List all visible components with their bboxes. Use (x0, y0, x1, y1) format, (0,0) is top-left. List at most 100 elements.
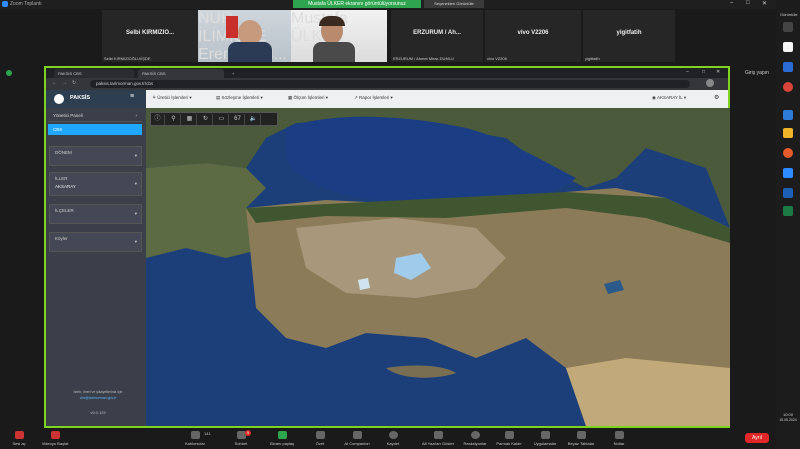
toolbar-label: Sohbet (234, 441, 248, 446)
participant-tile[interactable]: yigitfatih yigitfatih (583, 10, 675, 62)
sidebar-item-admin[interactable]: Yönetici Paneli › (48, 110, 142, 122)
settings-gear-icon[interactable]: ⚙ (714, 94, 719, 101)
map-canvas (146, 108, 730, 426)
koyler-select[interactable]: Köyler ▾ (49, 232, 142, 252)
maximize-icon[interactable]: □ (746, 0, 750, 6)
reactions-button[interactable]: Reaksiyonlar (456, 431, 494, 446)
new-tab-icon[interactable]: + (228, 69, 238, 78)
zoom-icon[interactable] (783, 168, 793, 178)
back-icon[interactable]: ← (52, 80, 57, 86)
ai-companion-button[interactable]: AI Companion (338, 431, 376, 446)
satellite-map[interactable] (146, 108, 730, 426)
video-off-icon (50, 431, 60, 439)
refresh-icon[interactable]: ↻ (199, 114, 213, 125)
select-label: İLLER (55, 176, 68, 181)
forward-icon[interactable]: → (62, 80, 67, 86)
explorer-icon[interactable] (783, 128, 793, 138)
word-icon[interactable] (783, 188, 793, 198)
hamburger-icon[interactable]: ≡ (130, 93, 134, 100)
location-icon[interactable]: ⚲ (167, 114, 181, 125)
chevron-down-icon: ▾ (134, 239, 137, 244)
notes-button[interactable]: Notlar (600, 431, 638, 446)
participant-tile[interactable]: Selbi KIRMIZIO... Selbi KIRMIZIOĞLU/İŞDE (102, 10, 198, 62)
leave-button[interactable]: Ayrıl (745, 433, 769, 443)
toolbar-label: AI Companion (344, 441, 370, 446)
donem-select[interactable]: DÖNEM ▾ (49, 146, 142, 166)
browser-tab[interactable]: PAKSİS CBS (54, 69, 134, 78)
captions-button[interactable]: Alt Yazıları Göster (416, 431, 460, 446)
ilceler-select[interactable]: İLÇELER ▾ (49, 204, 142, 224)
menu-olcum[interactable]: ▦ Ölçüm İşlemleri ▾ (288, 95, 328, 101)
record-button[interactable]: Kaydet (374, 431, 412, 446)
select-value: AKSARAY (55, 184, 76, 189)
participant-label: yigitfatih (585, 56, 600, 61)
sidebar-item-cbs[interactable]: CBS (48, 124, 142, 135)
participant-name: Selbi KIRMIZIO... (125, 30, 174, 36)
search-icon[interactable] (783, 22, 793, 32)
participant-label: vivo V2206 (487, 56, 507, 61)
whiteboard-icon (576, 431, 586, 439)
iller-select[interactable]: İLLER AKSARAY ▾ (49, 172, 142, 196)
version-label: v5.0.123 (90, 410, 106, 415)
chevron-down-icon: ▾ (134, 153, 137, 158)
view-options-button[interactable]: Seçenekleri Görüntüle (424, 0, 484, 8)
chevron-down-icon: ▾ (134, 181, 137, 186)
participant-video[interactable]: NUR İLİMİŞDE Eren Karal... (198, 10, 291, 63)
sidebar: Yönetici Paneli › CBS DÖNEM ▾ İLLER AKSA… (46, 108, 146, 426)
reload-icon[interactable]: ↻ (72, 80, 76, 86)
security-icon[interactable] (6, 70, 12, 76)
meeting-toolbar: Sesi aç Videoyu Başlat Katılımcılar 141 … (0, 429, 776, 449)
sign-in-label[interactable]: Giriş yapın (745, 70, 769, 76)
user-menu[interactable]: ◉ AKSARAY İL ▾ (652, 95, 686, 101)
apps-icon (540, 431, 550, 439)
start-video-button[interactable]: Videoyu Başlat (36, 431, 74, 446)
audio-icon[interactable]: 🔈 (247, 114, 261, 125)
participants-icon (190, 431, 200, 439)
browser-tab-active[interactable]: PAKSİS CBS (138, 69, 224, 78)
chat-button[interactable]: Sohbet (222, 431, 260, 446)
layers-icon[interactable]: ▦ (183, 114, 197, 125)
participant-video[interactable]: Mustafa ÜLKER (291, 10, 387, 62)
select-label: İLÇELER (55, 208, 74, 213)
raise-hand-button[interactable]: Parmak Kaldır (490, 431, 528, 446)
share-screen-button[interactable]: Ekranı paylaş (263, 431, 301, 446)
maximize-icon[interactable]: □ (702, 69, 705, 75)
chrome-icon[interactable] (783, 82, 793, 92)
share-screen-icon (277, 431, 287, 439)
apps-button[interactable]: Uygulamalar (526, 431, 564, 446)
edge-icon[interactable] (783, 62, 793, 72)
chrome-icon-2[interactable] (783, 148, 793, 158)
select-label: Köyler (55, 236, 68, 241)
shared-screen: PAKSİS CBS PAKSİS CBS + – □ ✕ ← → ↻ paks… (44, 66, 730, 428)
excel-icon[interactable] (783, 206, 793, 216)
close-icon[interactable]: ✕ (762, 0, 767, 7)
summary-button[interactable]: Özet (301, 431, 339, 446)
sidebar-item-label: Yönetici Paneli (53, 113, 83, 118)
participant-tile[interactable]: vivo V2206 vivo V2206 (485, 10, 581, 62)
mute-button[interactable]: Sesi aç (0, 431, 38, 446)
info-icon[interactable]: ⓘ (151, 114, 165, 125)
whiteboards-button[interactable]: Beyaz Tahtalar (562, 431, 600, 446)
profile-icon[interactable] (706, 79, 714, 87)
view-label[interactable]: Görüntüle (780, 12, 798, 17)
participant-tile[interactable]: ERZURUM / Ah... ERZURUM / Ahmet Mirac DU… (391, 10, 483, 62)
participant-label: Selbi KIRMIZIOĞLU/İŞDE (104, 56, 151, 61)
footer-link[interactable]: cbs@tarimorman.gov.tr (54, 396, 142, 400)
toolbar-label: Notlar (613, 441, 625, 446)
menu-label: Ölçüm İşlemleri (293, 95, 325, 100)
store-icon[interactable] (783, 110, 793, 120)
toolbar-label: Özet (315, 441, 325, 446)
minimize-icon[interactable]: – (730, 0, 733, 6)
files-icon[interactable] (783, 42, 793, 52)
hand-icon (504, 431, 514, 439)
measure-icon[interactable]: ▭ (215, 114, 229, 125)
toolbar-label: Parmak Kaldır (496, 441, 522, 446)
menu-uretici[interactable]: ⚘ Üretici İşlemleri ▾ (152, 95, 192, 101)
minimize-icon[interactable]: – (686, 69, 689, 75)
url-input[interactable]: paksis.tarimorman.gov.tr/cbs (90, 80, 690, 88)
person-hair (319, 16, 345, 26)
menu-sozlesme[interactable]: ▤ Sözleşme İşlemleri ▾ (216, 95, 263, 101)
menu-rapor[interactable]: ↗ Rapor İşlemleri ▾ (354, 95, 393, 101)
close-icon[interactable]: ✕ (716, 69, 720, 75)
menu-label: Rapor İşlemleri (359, 95, 390, 100)
